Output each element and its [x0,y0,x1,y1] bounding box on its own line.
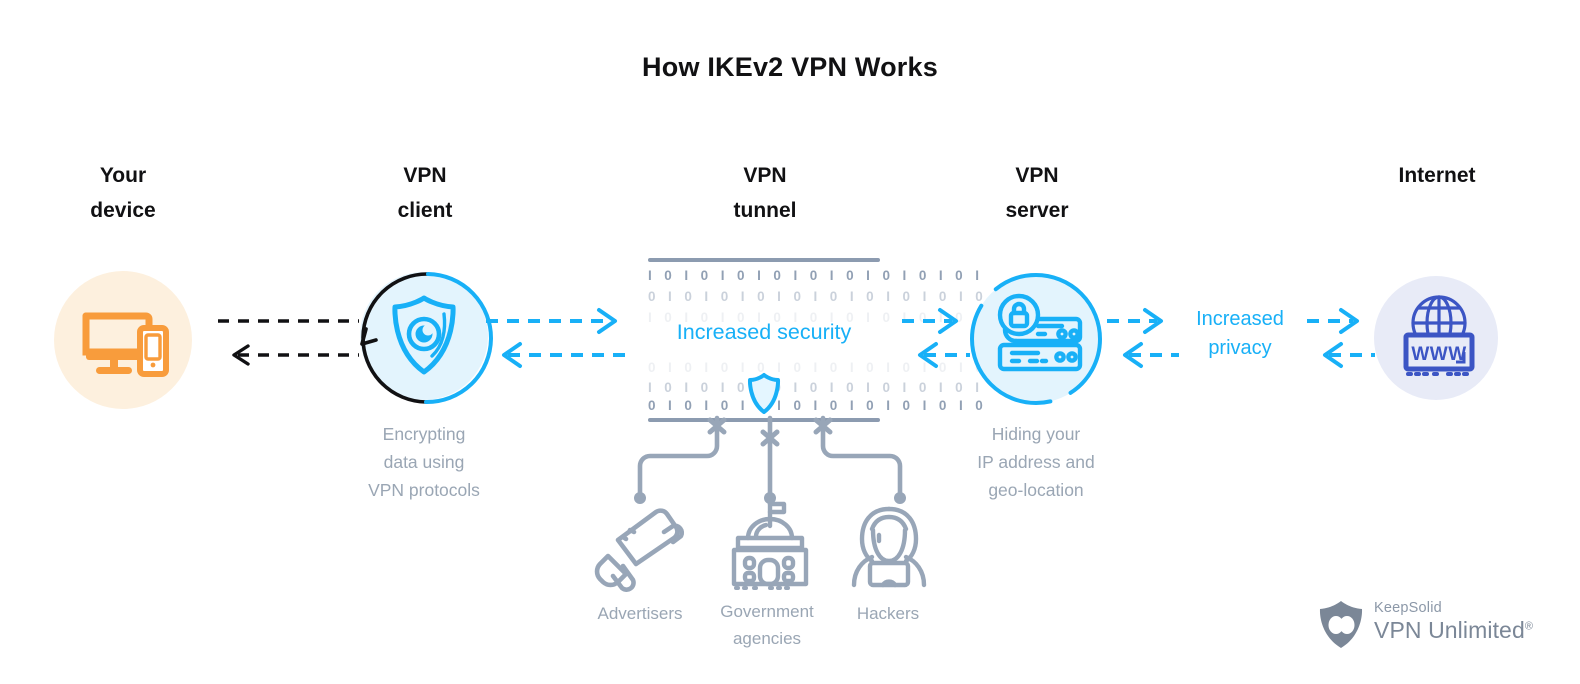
threat-label-government: Government agencies [720,602,814,648]
arrow-device-to-client [216,305,381,371]
column-heading-device: Your device [90,164,156,222]
server-lock-icon [992,293,1084,377]
tunnel-shield-icon [747,373,781,415]
column-heading-tunnel: VPN tunnel [733,164,797,222]
tunnel-binary-row: 0 I 0 I 0 I 0 I 0 I 0 I 0 I 0 I 0 I 0 [648,289,988,304]
keepsolid-logo: KeepSolid VPN Unlimited® [1318,598,1548,652]
keepsolid-shield-icon [1318,600,1364,650]
monitor-and-phone-icon [80,300,170,380]
tunnel-top-bar [648,258,880,262]
diagram-canvas: How IKEv2 VPN Works Your device VPN clie… [0,0,1580,684]
arrow-client-to-tunnel [484,305,639,371]
tunnel-binary-row: I 0 I 0 I 0 I 0 I 0 I 0 I 0 I 0 I 0 I [648,268,984,283]
threat-connectors [625,414,915,504]
logo-brand-top: KeepSolid [1374,600,1442,616]
shield-eye-icon [388,294,460,378]
government-building-icon [722,500,812,590]
caption-vpn-client: Encrypting data using VPN protocols [368,424,480,500]
caption-vpn-server: Hiding your IP address and geo-location [977,424,1095,500]
tunnel-label: Increased security [676,320,852,344]
globe-www-icon: WWW [1396,292,1482,382]
arrow-privacy-to-internet [1305,305,1385,371]
column-heading-client: VPN client [397,164,453,222]
page-title: How IKEv2 VPN Works [642,52,938,82]
arrow-server-to-privacy [1105,305,1185,371]
logo-registered-mark: ® [1524,620,1534,633]
threat-label-hackers: Hackers [856,604,920,623]
logo-brand-main-text: VPN Unlimited [1374,617,1525,643]
column-heading-server: VPN server [1005,164,1069,222]
hooded-hacker-icon [848,505,930,591]
logo-brand-main: VPN Unlimited® [1374,617,1533,644]
label-increased-privacy: Increased privacy [1196,308,1284,359]
megaphone-icon [590,508,688,592]
threat-label-advertisers: Advertisers [597,604,683,623]
column-heading-internet: Internet [1398,164,1476,187]
